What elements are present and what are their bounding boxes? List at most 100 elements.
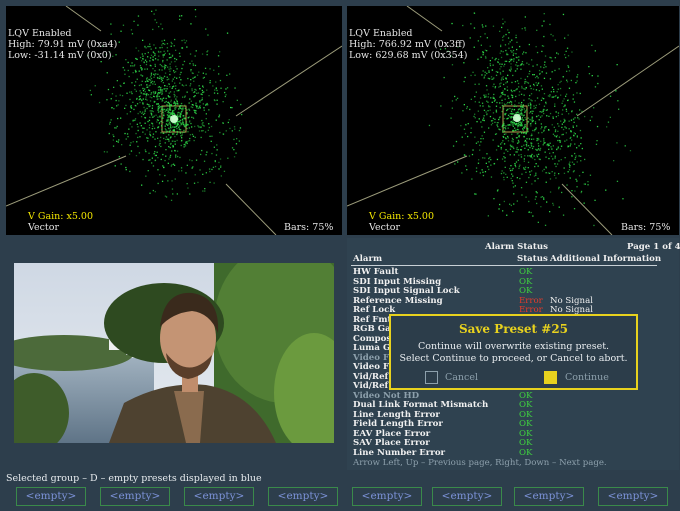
trace-point bbox=[539, 149, 541, 151]
trace-point bbox=[502, 127, 505, 129]
trace-point bbox=[163, 113, 165, 115]
vectorscope-left[interactable]: LQV Enabled High: 79.91 mV (0xa4) Low: -… bbox=[6, 6, 342, 235]
trace-point bbox=[506, 89, 509, 91]
trace-point bbox=[500, 50, 502, 52]
trace-point bbox=[523, 167, 525, 169]
trace-point bbox=[473, 46, 475, 48]
trace-point bbox=[558, 136, 561, 138]
trace-point bbox=[180, 167, 183, 169]
trace-point bbox=[524, 111, 526, 113]
continue-button[interactable]: Continue bbox=[565, 372, 609, 383]
trace-point bbox=[545, 156, 547, 158]
trace-point bbox=[152, 116, 154, 118]
trace-point bbox=[502, 108, 505, 110]
trace-point bbox=[496, 158, 499, 161]
trace-point bbox=[464, 76, 466, 79]
trace-point bbox=[532, 65, 534, 67]
alarm-row-status: OK bbox=[519, 267, 533, 277]
trace-point bbox=[204, 190, 206, 192]
vectorscope-right[interactable]: LQV Enabled High: 766.92 mV (0x3ff) Low:… bbox=[347, 6, 679, 235]
trace-point bbox=[528, 211, 530, 213]
trace-point bbox=[525, 127, 528, 129]
trace-point bbox=[572, 94, 575, 96]
cancel-button[interactable]: Cancel bbox=[445, 372, 478, 383]
trace-point bbox=[515, 64, 517, 66]
trace-point bbox=[164, 52, 166, 55]
trace-point bbox=[132, 119, 134, 121]
trace-point bbox=[135, 132, 137, 135]
trace-point bbox=[497, 58, 500, 61]
trace-point bbox=[164, 128, 166, 130]
trace-point bbox=[521, 101, 523, 104]
trace-point bbox=[549, 178, 552, 180]
trace-center-glow bbox=[513, 114, 521, 122]
trace-point bbox=[183, 85, 185, 87]
trace-point bbox=[526, 138, 528, 140]
trace-point bbox=[135, 105, 137, 107]
trace-point bbox=[479, 144, 481, 146]
trace-point bbox=[507, 140, 510, 142]
trace-point bbox=[537, 177, 539, 180]
trace-point bbox=[538, 90, 540, 92]
trace-point bbox=[557, 53, 559, 55]
trace-point bbox=[487, 67, 489, 69]
trace-point bbox=[154, 191, 156, 193]
trace-point bbox=[142, 131, 144, 133]
trace-point bbox=[525, 181, 528, 183]
trace-point bbox=[559, 148, 562, 150]
trace-point bbox=[169, 66, 171, 68]
trace-point bbox=[568, 87, 571, 89]
trace-point bbox=[150, 48, 152, 50]
trace-point bbox=[195, 89, 197, 91]
trace-point bbox=[530, 170, 533, 172]
trace-point bbox=[462, 24, 464, 27]
trace-point bbox=[460, 125, 462, 127]
trace-point bbox=[216, 99, 218, 101]
trace-point bbox=[569, 145, 571, 147]
trace-point bbox=[509, 107, 511, 110]
preset-button-4[interactable]: <empty> bbox=[268, 487, 338, 506]
trace-point bbox=[504, 60, 506, 62]
trace-point bbox=[538, 103, 541, 105]
trace-point bbox=[501, 110, 503, 113]
trace-point bbox=[170, 68, 172, 70]
preset-button-2[interactable]: <empty> bbox=[100, 487, 170, 506]
preset-button-7[interactable]: <empty> bbox=[514, 487, 584, 506]
trace-point bbox=[512, 49, 515, 52]
trace-point bbox=[166, 47, 168, 49]
trace-point bbox=[160, 108, 162, 110]
preset-button-3[interactable]: <empty> bbox=[184, 487, 254, 506]
trace-point bbox=[596, 140, 598, 142]
preset-button-8[interactable]: <empty> bbox=[598, 487, 668, 506]
trace-point bbox=[169, 146, 171, 149]
trace-point bbox=[176, 77, 178, 79]
cancel-checkbox[interactable] bbox=[425, 371, 438, 384]
picture-monitor[interactable] bbox=[14, 263, 334, 443]
continue-checkbox[interactable] bbox=[544, 371, 557, 384]
preset-button-6[interactable]: <empty> bbox=[432, 487, 502, 506]
trace-point bbox=[545, 172, 547, 174]
trace-point bbox=[186, 91, 188, 93]
trace-point bbox=[229, 127, 231, 130]
high-readout: High: 766.92 mV (0x3ff) bbox=[349, 39, 466, 50]
preset-button-5[interactable]: <empty> bbox=[352, 487, 422, 506]
trace-point bbox=[571, 110, 573, 112]
trace-point bbox=[152, 189, 154, 192]
trace-point bbox=[483, 119, 485, 121]
preset-button-1[interactable]: <empty> bbox=[16, 487, 86, 506]
trace-point bbox=[164, 101, 166, 104]
trace-point bbox=[167, 121, 169, 123]
trace-point bbox=[536, 192, 538, 194]
trace-point bbox=[140, 92, 142, 94]
trace-point bbox=[452, 145, 455, 147]
trace-point bbox=[558, 125, 560, 127]
trace-point bbox=[537, 148, 540, 150]
trace-point bbox=[511, 39, 513, 41]
trace-point bbox=[146, 129, 148, 131]
trace-point bbox=[168, 68, 170, 70]
trace-point bbox=[191, 167, 193, 169]
trace-point bbox=[226, 32, 229, 34]
trace-point bbox=[169, 63, 171, 65]
trace-point bbox=[558, 206, 560, 208]
trace-point bbox=[510, 58, 513, 61]
